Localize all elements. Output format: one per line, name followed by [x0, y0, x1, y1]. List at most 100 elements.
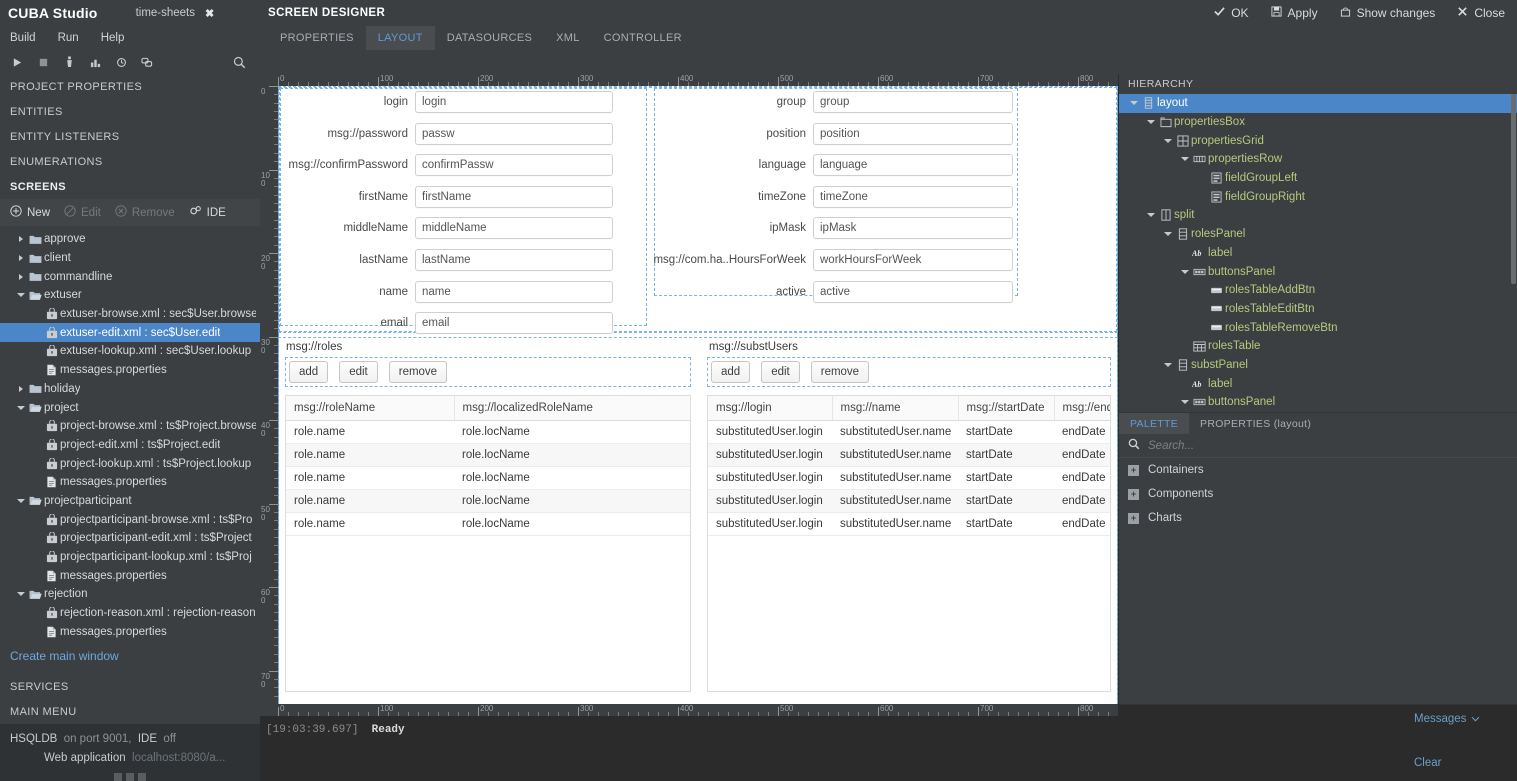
- tree-item[interactable]: extuser-edit.xml : sec$User.edit: [0, 323, 260, 343]
- sidebar-item-screens[interactable]: SCREENS: [0, 174, 260, 199]
- chevron-down-icon[interactable]: [14, 592, 27, 597]
- right-field-input[interactable]: ipMask: [813, 217, 1013, 240]
- tab-xml[interactable]: XML: [544, 26, 592, 50]
- right-field-input[interactable]: position: [813, 122, 1013, 145]
- subst-column-header[interactable]: msg://name: [832, 396, 959, 421]
- tree-item[interactable]: messages.properties: [0, 622, 260, 638]
- left-field-input[interactable]: name: [415, 280, 613, 303]
- hierarchy-item[interactable]: rolesTableAddBtn: [1119, 281, 1517, 300]
- stop-icon[interactable]: [30, 51, 56, 73]
- design-canvas[interactable]: login login msg://password passw msg://confi…: [278, 86, 1118, 704]
- create-main-window-link[interactable]: Create main window: [10, 649, 119, 663]
- roles-table[interactable]: msg://roleName msg://localizedRoleName rol…: [285, 395, 691, 692]
- tree-item[interactable]: extuser: [0, 286, 260, 305]
- link-icon[interactable]: [134, 51, 160, 73]
- tab-properties[interactable]: PROPERTIES: [268, 26, 366, 50]
- search-input[interactable]: Search...: [1148, 440, 1194, 452]
- hierarchy-item[interactable]: propertiesBox: [1119, 113, 1517, 132]
- chevron-down-icon[interactable]: [1178, 400, 1191, 405]
- hierarchy-item[interactable]: propertiesRow: [1119, 150, 1517, 169]
- tab-palette[interactable]: PALETTE: [1119, 413, 1190, 434]
- tree-item[interactable]: client: [0, 249, 260, 268]
- roles-column-header[interactable]: msg://roleName: [286, 396, 455, 421]
- right-field-input[interactable]: workHoursForWeek: [813, 249, 1013, 271]
- remove-screen-button[interactable]: Remove: [115, 205, 175, 220]
- run-icon[interactable]: [4, 51, 30, 73]
- table-row[interactable]: substitutedUser.login substitutedUser.nam…: [708, 443, 1110, 467]
- tab-layout[interactable]: LAYOUT: [365, 26, 435, 50]
- subst-column-header[interactable]: msg://login: [708, 396, 833, 421]
- table-row[interactable]: role.name role.locName: [286, 443, 690, 467]
- tree-item[interactable]: rejection: [0, 585, 260, 604]
- left-field-input[interactable]: firstName: [415, 185, 613, 208]
- palette-group-charts[interactable]: + Charts: [1119, 506, 1517, 530]
- apply-button[interactable]: Apply: [1271, 6, 1318, 20]
- tree-item[interactable]: projectparticipant-browse.xml : ts$Pro: [0, 510, 260, 529]
- hierarchy-item[interactable]: rolesTableRemoveBtn: [1119, 318, 1517, 337]
- chevron-down-icon[interactable]: [1161, 362, 1174, 367]
- tree-item[interactable]: projectparticipant-lookup.xml : ts$Proj: [0, 548, 260, 567]
- table-row[interactable]: substitutedUser.login substitutedUser.nam…: [708, 512, 1110, 536]
- hierarchy-item[interactable]: Ab label: [1119, 374, 1517, 393]
- edit-screen-button[interactable]: Edit: [64, 205, 101, 220]
- ok-button[interactable]: OK: [1214, 6, 1249, 20]
- sidebar-item-main-menu[interactable]: MAIN MENU: [0, 699, 260, 724]
- right-field-input[interactable]: group: [813, 91, 1013, 113]
- hierarchy-item[interactable]: rolesTableEditBtn: [1119, 300, 1517, 319]
- menu-item-help[interactable]: Help: [101, 32, 125, 44]
- subst-edit-button[interactable]: edit: [761, 361, 800, 383]
- sidebar-item-entities[interactable]: ENTITIES: [0, 99, 260, 124]
- hierarchy-item[interactable]: buttonsPanel: [1119, 262, 1517, 281]
- hierarchy-item[interactable]: fieldGroupLeft: [1119, 169, 1517, 188]
- subst-add-button[interactable]: add: [711, 361, 751, 383]
- show-changes-button[interactable]: Show changes: [1340, 6, 1435, 20]
- chevron-right-icon[interactable]: [14, 255, 27, 262]
- hierarchy-item[interactable]: split: [1119, 206, 1517, 225]
- chevron-down-icon[interactable]: [1144, 213, 1157, 218]
- tree-item[interactable]: messages.properties: [0, 566, 260, 585]
- chevron-down-icon[interactable]: [1178, 157, 1191, 162]
- tree-item[interactable]: commandline: [0, 267, 260, 286]
- subst-users-table[interactable]: msg://login msg://name msg://startDate msg:…: [707, 395, 1111, 692]
- chevron-down-icon[interactable]: [1178, 269, 1191, 274]
- left-field-input[interactable]: login: [415, 91, 613, 113]
- tree-item[interactable]: projectparticipant: [0, 492, 260, 511]
- right-field-input[interactable]: timeZone: [813, 185, 1013, 208]
- table-row[interactable]: substitutedUser.login substitutedUser.nam…: [708, 466, 1110, 490]
- close-icon[interactable]: ✖: [205, 7, 214, 20]
- hierarchy-item[interactable]: substPanel: [1119, 356, 1517, 375]
- table-row[interactable]: substitutedUser.login substitutedUser.nam…: [708, 489, 1110, 513]
- menu-item-build[interactable]: Build: [10, 32, 36, 44]
- roles-add-button[interactable]: add: [289, 361, 329, 383]
- refresh-icon[interactable]: [108, 51, 134, 73]
- left-field-input[interactable]: lastName: [415, 249, 613, 271]
- hierarchy-item[interactable]: Ab label: [1119, 244, 1517, 263]
- ide-button[interactable]: IDE: [189, 205, 226, 220]
- search-icon[interactable]: [226, 51, 252, 73]
- hierarchy-item[interactable]: rolesPanel: [1119, 225, 1517, 244]
- tab-datasources[interactable]: DATASOURCES: [435, 26, 544, 50]
- tree-item[interactable]: approve: [0, 230, 260, 249]
- tree-item[interactable]: messages.properties: [0, 361, 260, 380]
- palette-search[interactable]: Search...: [1119, 434, 1517, 458]
- chevron-right-icon[interactable]: [14, 385, 27, 392]
- subst-column-header[interactable]: msg://endDa: [1054, 396, 1110, 421]
- palette-group-components[interactable]: + Components: [1119, 482, 1517, 506]
- sidebar-item-enumerations[interactable]: ENUMERATIONS: [0, 149, 260, 174]
- stats-icon[interactable]: [82, 51, 108, 73]
- chevron-right-icon[interactable]: [14, 273, 27, 280]
- tree-item[interactable]: project-lookup.xml : ts$Project.lookup: [0, 454, 260, 473]
- messages-dropdown[interactable]: Messages: [1414, 713, 1517, 725]
- table-row[interactable]: role.name role.locName: [286, 466, 690, 490]
- palette-group-containers[interactable]: + Containers: [1119, 458, 1517, 482]
- left-field-input[interactable]: middleName: [415, 217, 613, 240]
- new-screen-button[interactable]: New: [10, 205, 50, 220]
- close-button[interactable]: Close: [1457, 6, 1505, 20]
- hierarchy-item[interactable]: rolesTable: [1119, 337, 1517, 356]
- tree-item[interactable]: extuser-browse.xml : sec$User.browse: [0, 305, 260, 324]
- table-row[interactable]: role.name role.locName: [286, 489, 690, 513]
- right-field-input[interactable]: language: [813, 154, 1013, 177]
- tree-item[interactable]: projectparticipant-edit.xml : ts$Project: [0, 529, 260, 548]
- build-icon[interactable]: [56, 51, 82, 73]
- left-field-input[interactable]: email: [415, 312, 613, 335]
